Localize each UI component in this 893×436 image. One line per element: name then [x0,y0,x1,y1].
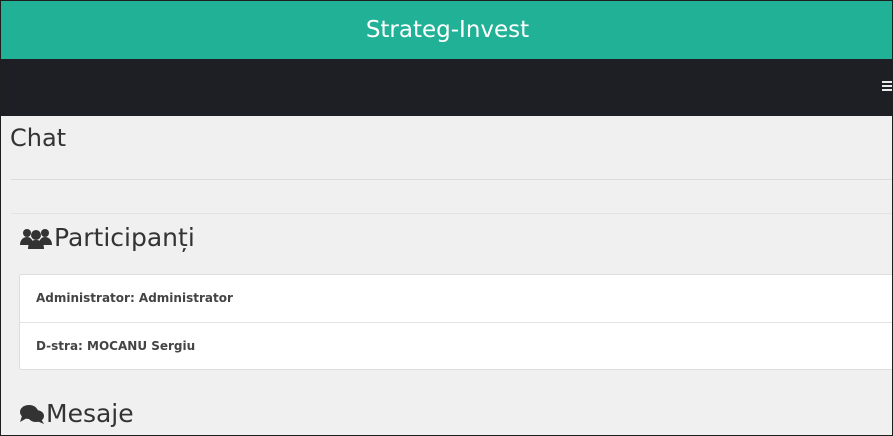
participants-heading-label: Participanți [54,223,195,252]
app-window: Strateg-Invest Chat Participanți Adminis… [0,0,893,436]
participant-item: Administrator: Administrator [36,291,233,305]
participant-item: D-stra: MOCANU Sergiu [20,322,892,369]
participants-heading: Participanți [19,223,195,252]
app-title: Strateg-Invest [365,17,530,43]
comments-icon [20,404,44,424]
users-icon [20,228,52,249]
participants-list: Administrator: Administrator D-stra: MOC… [19,274,892,370]
messages-heading: Mesaje [19,399,134,428]
top-navbar [1,59,892,116]
page-title: Chat [10,124,67,152]
hamburger-menu-icon[interactable] [882,81,892,93]
main-content: Chat Participanți Administrator: Adminis… [1,116,892,435]
title-divider [11,179,892,180]
messages-heading-label: Mesaje [46,399,134,428]
app-header: Strateg-Invest [1,1,892,59]
section-divider [11,213,892,214]
